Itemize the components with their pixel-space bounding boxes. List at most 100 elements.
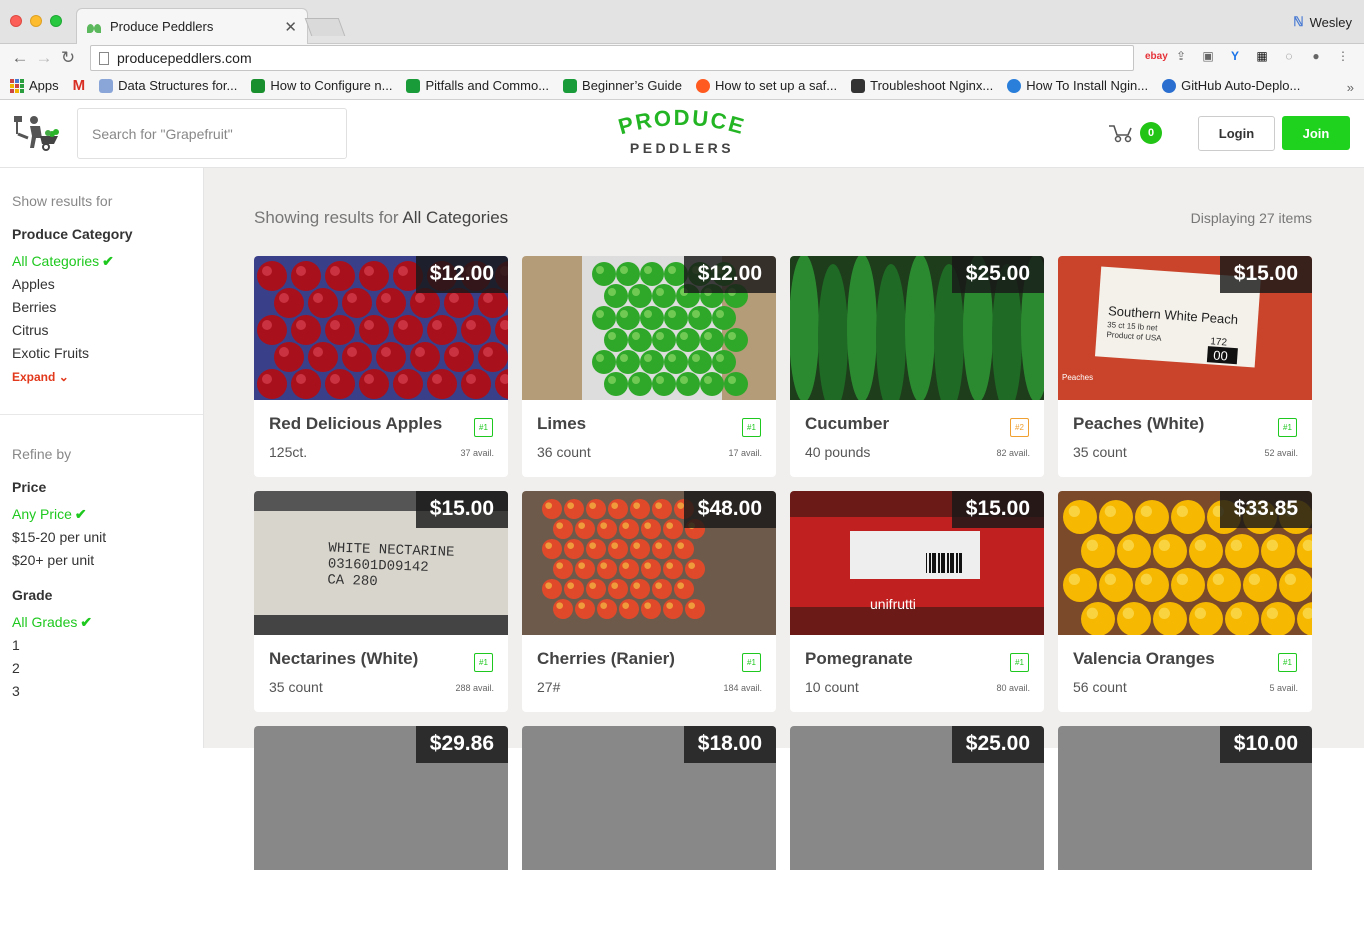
page-icon: [99, 51, 109, 65]
tab-close-icon[interactable]: ✕: [284, 18, 297, 36]
checkmark-icon: ✔: [74, 506, 87, 522]
product-card[interactable]: $12.00 Red Delicious Apples 125ct. #1 37 ava…: [254, 256, 508, 477]
product-name[interactable]: Pomegranate: [805, 649, 1030, 669]
upload-extension-icon[interactable]: ⇪: [1172, 49, 1190, 63]
search-box[interactable]: [77, 108, 347, 159]
bookmark-label: How to set up a saf...: [715, 78, 838, 93]
product-name[interactable]: Peaches (White): [1073, 414, 1298, 434]
close-window-button[interactable]: [10, 15, 22, 27]
checkmark-icon: ✔: [80, 614, 93, 630]
login-button[interactable]: Login: [1198, 116, 1275, 151]
bookmark-item[interactable]: Pitfalls and Commo...: [406, 78, 549, 93]
product-image[interactable]: $25.00: [790, 256, 1044, 400]
show-results-heading: Show results for: [12, 193, 113, 209]
product-name[interactable]: Limes: [537, 414, 762, 434]
product-card[interactable]: $25.00 Cucumber 40 pounds #2 82 avail.: [790, 256, 1044, 477]
grid-extension-icon[interactable]: ▦: [1253, 49, 1271, 63]
product-image[interactable]: $12.00: [522, 256, 776, 400]
bookmark-item[interactable]: How to Configure n...: [251, 78, 392, 93]
ebay-extension-icon[interactable]: ebay: [1145, 51, 1168, 62]
category-filter-item-label: Berries: [12, 299, 57, 315]
apps-grid-icon: [10, 78, 24, 93]
bookmark-item[interactable]: How to set up a saf...: [696, 78, 837, 93]
url-text[interactable]: producepeddlers.com: [117, 50, 252, 66]
grade-filter-item-label: 1: [12, 637, 20, 653]
product-info: Peaches (White) 35 count #1 52 avail.: [1058, 400, 1312, 460]
brand-logo[interactable]: PRODUCE PEDDLERS: [600, 105, 764, 160]
bookmark-item[interactable]: Apps: [10, 78, 59, 93]
product-card[interactable]: $25.00: [790, 726, 1044, 947]
product-card[interactable]: $33.85 Valencia Oranges 56 count #1 5 avail.: [1058, 491, 1312, 712]
product-card[interactable]: $18.00: [522, 726, 776, 947]
category-filter-item[interactable]: Exotic Fruits: [12, 342, 191, 365]
new-tab-button[interactable]: [304, 18, 346, 36]
join-button[interactable]: Join: [1282, 116, 1350, 150]
category-filter-item[interactable]: Apples: [12, 273, 191, 296]
grade-filter-item[interactable]: 2: [12, 657, 191, 680]
screen-extension-icon[interactable]: ▣: [1199, 49, 1217, 63]
forward-arrow-icon[interactable]: →: [32, 48, 56, 68]
product-card[interactable]: $29.86: [254, 726, 508, 947]
product-card[interactable]: $12.00 Limes 36 count #1 17 avail.: [522, 256, 776, 477]
product-card[interactable]: WHITE NECTARINE 031601D09142 CA 280 $15.00 N…: [254, 491, 508, 712]
bookmark-item[interactable]: Beginner’s Guide: [563, 78, 682, 93]
product-card[interactable]: $10.00: [1058, 726, 1312, 947]
price-tag: $29.86: [415, 726, 508, 763]
bookmarks-overflow-icon[interactable]: »: [1347, 80, 1354, 95]
maximize-window-button[interactable]: [50, 15, 62, 27]
category-filter-item[interactable]: All Categories ✔: [12, 250, 191, 273]
availability-count: 37 avail.: [460, 448, 494, 458]
product-image[interactable]: $33.85: [1058, 491, 1312, 635]
address-bar[interactable]: producepeddlers.com: [90, 45, 1134, 71]
price-filter-item[interactable]: $20+ per unit: [12, 549, 191, 572]
product-image[interactable]: $12.00: [254, 256, 508, 400]
bookmark-item[interactable]: GitHub Auto-Deplo...: [1162, 78, 1300, 93]
bookmark-label: Troubleshoot Nginx...: [870, 78, 994, 93]
browser-tab[interactable]: Produce Peddlers ✕: [76, 8, 308, 44]
price-filter-item[interactable]: $15-20 per unit: [12, 526, 191, 549]
product-card[interactable]: $48.00 Cherries (Ranier) 27# #1 184 avail.: [522, 491, 776, 712]
svg-text:00: 00: [1213, 348, 1228, 364]
grade-badge: #1: [1278, 653, 1297, 672]
circle-extension-icon[interactable]: ●: [1307, 49, 1325, 63]
price-tag: $15.00: [1219, 256, 1312, 293]
ars-icon: [696, 78, 711, 93]
bookmark-item[interactable]: Troubleshoot Nginx...: [851, 78, 993, 93]
grade-filter-item[interactable]: All Grades ✔: [12, 611, 191, 634]
reload-icon[interactable]: ↻: [56, 48, 80, 68]
category-filter-item[interactable]: Citrus: [12, 319, 191, 342]
product-name[interactable]: Cucumber: [805, 414, 1030, 434]
price-filter-list: Any Price ✔ $15-20 per unit $20+ per unit: [12, 503, 191, 572]
product-name[interactable]: Red Delicious Apples: [269, 414, 494, 434]
search-input[interactable]: [92, 125, 332, 142]
minimize-window-button[interactable]: [30, 15, 42, 27]
cart-button[interactable]: 0: [1108, 122, 1162, 144]
product-image[interactable]: WHITE NECTARINE 031601D09142 CA 280 $15.00: [254, 491, 508, 635]
bookmark-item[interactable]: Data Structures for...: [99, 78, 237, 93]
brand-wordmark: PRODUCE: [616, 105, 747, 139]
bookmark-item[interactable]: M: [73, 77, 86, 94]
price-filter-item[interactable]: Any Price ✔: [12, 503, 191, 526]
product-image[interactable]: unifrutti $15.00: [790, 491, 1044, 635]
product-image[interactable]: Southern White Peach 35 ct 15 lb net Produ…: [1058, 256, 1312, 400]
product-info: Pomegranate 10 count #1 80 avail.: [790, 635, 1044, 695]
grade-filter-item[interactable]: 1: [12, 634, 191, 657]
grade-filter-item[interactable]: 3: [12, 680, 191, 703]
menu-icon[interactable]: ⋮: [1334, 49, 1352, 63]
product-card[interactable]: unifrutti $15.00 Pomegranate 10 count #1 80 a…: [790, 491, 1044, 712]
sync-extension-icon[interactable]: ◌: [1280, 49, 1298, 63]
product-image[interactable]: $48.00: [522, 491, 776, 635]
expand-categories-button[interactable]: Expand ⌄: [12, 370, 191, 384]
product-name[interactable]: Valencia Oranges: [1073, 649, 1298, 669]
availability-count: 184 avail.: [723, 683, 762, 693]
site-header: PRODUCE PEDDLERS 0 Login Join: [0, 100, 1364, 168]
profile-button[interactable]: ℕ Wesley: [1293, 14, 1352, 30]
product-name[interactable]: Nectarines (White): [269, 649, 494, 669]
category-filter-item[interactable]: Berries: [12, 296, 191, 319]
y-extension-icon[interactable]: Y: [1226, 49, 1244, 63]
bookmark-item[interactable]: How To Install Ngin...: [1007, 78, 1148, 93]
product-name[interactable]: Cherries (Ranier): [537, 649, 762, 669]
product-card[interactable]: Southern White Peach 35 ct 15 lb net Produ…: [1058, 256, 1312, 477]
peddler-cart-logo-icon[interactable]: [12, 114, 64, 152]
back-arrow-icon[interactable]: ←: [8, 48, 32, 68]
